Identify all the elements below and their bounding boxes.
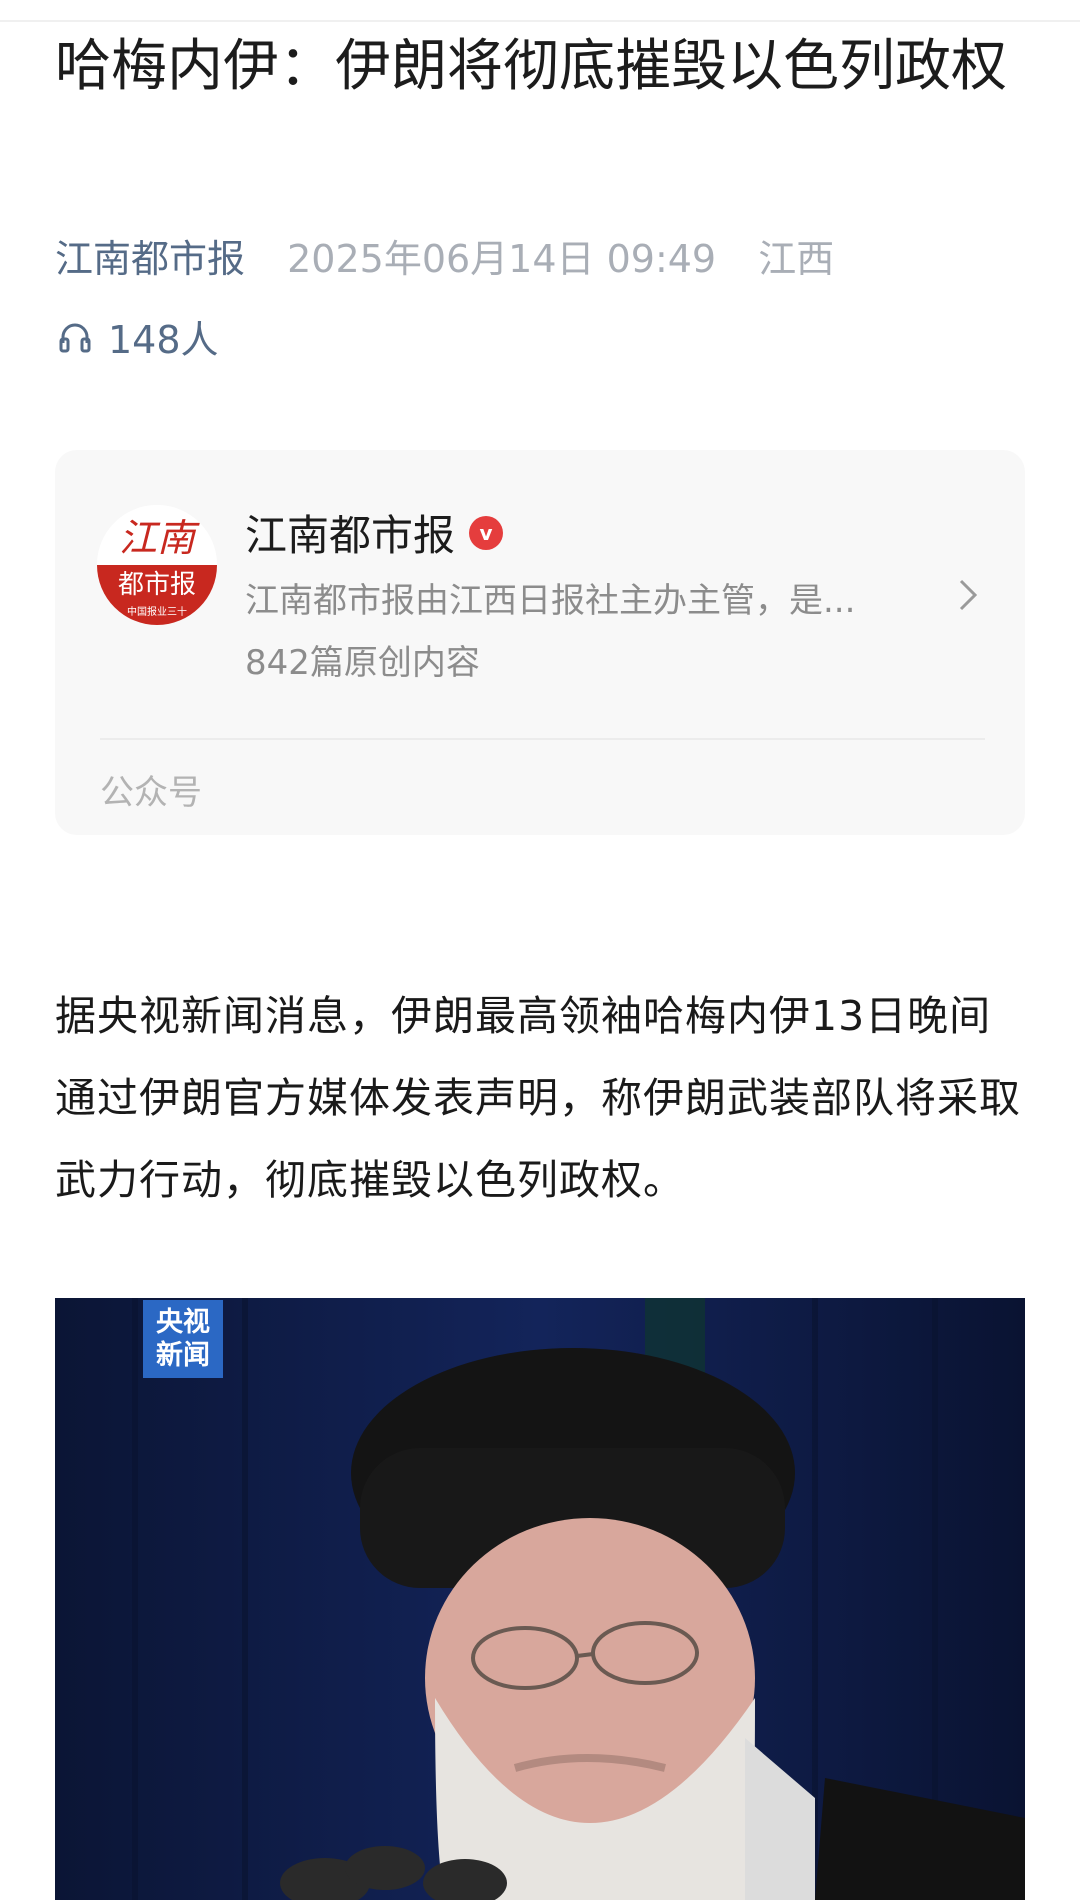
article-meta: 江南都市报 2025年06月14日 09:49 江西	[55, 228, 834, 283]
top-divider	[0, 20, 1080, 22]
headphones-icon	[59, 323, 91, 353]
article-count: 842篇原创内容	[245, 643, 480, 683]
svg-text:中国报业三十: 中国报业三十	[127, 605, 187, 618]
account-description: 江南都市报由江西日报社主办主管，是...	[245, 581, 856, 621]
avatar[interactable]: 江南 都市报 中国报业三十	[97, 505, 217, 625]
article-paragraph: 据央视新闻消息，伊朗最高领袖哈梅内伊13日晚间通过伊朗官方媒体发表声明，称伊朗武…	[55, 992, 1021, 1204]
region-label: 江西	[758, 237, 835, 281]
source-link[interactable]: 江南都市报	[55, 237, 245, 281]
cctv-news-logo: 央视 新闻	[143, 1300, 223, 1378]
listen-count[interactable]: 148人	[58, 310, 219, 362]
card-divider	[100, 738, 985, 740]
account-type-label: 公众号	[100, 773, 202, 813]
svg-text:都市报: 都市报	[118, 570, 196, 600]
article-image[interactable]: 央视 新闻	[55, 1298, 1025, 1900]
chevron-right-icon[interactable]	[955, 575, 981, 615]
account-card[interactable]: 江南 都市报 中国报业三十 江南都市报 v 江南都市报由江西日报社主办主管，是.…	[55, 450, 1025, 835]
verified-icon: v	[469, 515, 504, 550]
article-title: 哈梅内伊：伊朗将彻底摧毁以色列政权	[55, 34, 1007, 99]
publish-date: 2025年06月14日 09:49	[287, 237, 717, 281]
account-name[interactable]: 江南都市报 v	[245, 502, 504, 563]
listener-count: 148人	[108, 317, 219, 362]
avatar-logo-text: 江南	[119, 516, 200, 560]
